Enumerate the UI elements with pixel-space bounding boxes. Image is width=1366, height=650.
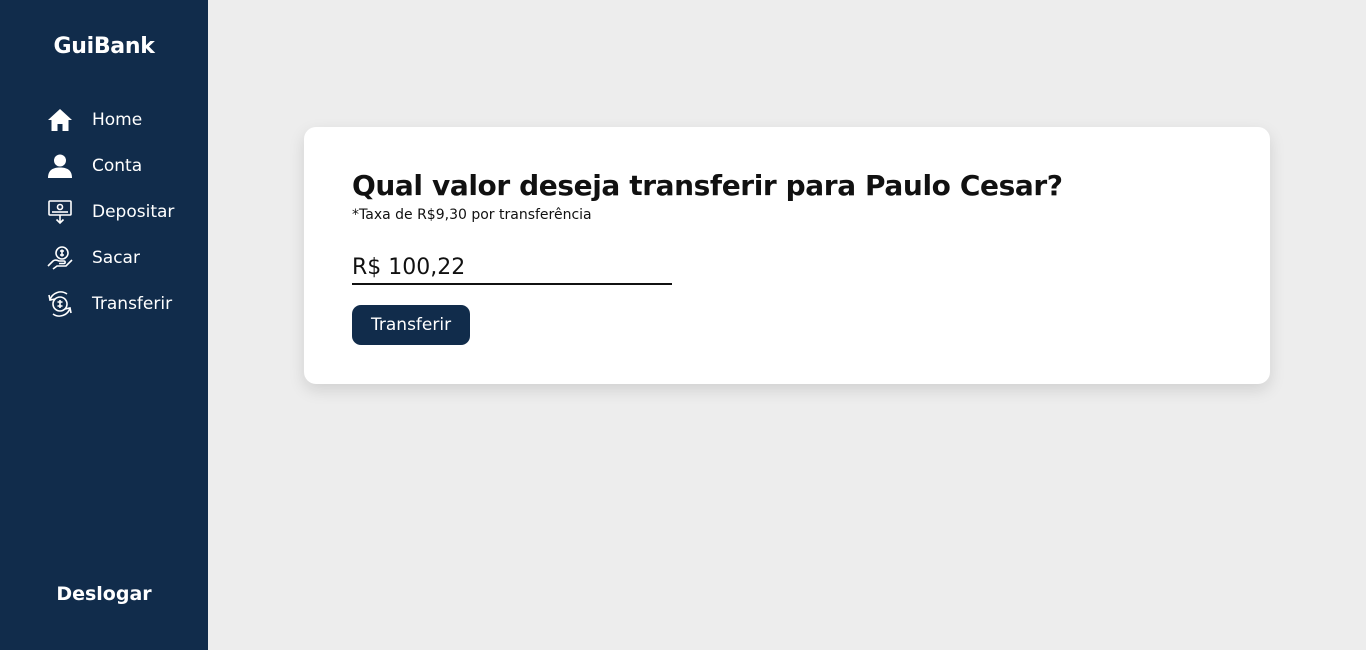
withdraw-icon [46, 244, 74, 272]
sidebar-item-label: Sacar [92, 248, 140, 268]
sidebar-item-label: Depositar [92, 202, 175, 222]
fee-note: *Taxa de R$9,30 por transferência [352, 207, 592, 223]
transfer-button[interactable]: Transferir [352, 305, 471, 345]
home-icon [46, 106, 74, 134]
logout-button[interactable]: Deslogar [0, 583, 208, 605]
sidebar-item-sacar[interactable]: Sacar [46, 242, 174, 274]
sidebar: GuiBank Home Conta Depositar Sacar Trans… [0, 0, 208, 650]
sidebar-item-transferir[interactable]: Transferir [46, 288, 174, 320]
sidebar-item-conta[interactable]: Conta [46, 150, 174, 182]
brand-logo[interactable]: GuiBank [0, 34, 208, 59]
transfer-card: Qual valor deseja transferir para Paulo … [304, 127, 1270, 384]
amount-input[interactable] [352, 254, 672, 280]
sidebar-item-depositar[interactable]: Depositar [46, 196, 174, 228]
transfer-icon [46, 290, 74, 318]
sidebar-item-home[interactable]: Home [46, 104, 174, 136]
sidebar-item-label: Home [92, 110, 143, 130]
user-icon [46, 152, 74, 180]
sidebar-item-label: Transferir [92, 294, 173, 314]
sidebar-item-label: Conta [92, 156, 143, 176]
deposit-icon [46, 198, 74, 226]
sidebar-nav: Home Conta Depositar Sacar Transferir [46, 104, 174, 334]
page-title: Qual valor deseja transferir para Paulo … [352, 169, 1063, 202]
amount-field-wrapper [352, 251, 672, 285]
